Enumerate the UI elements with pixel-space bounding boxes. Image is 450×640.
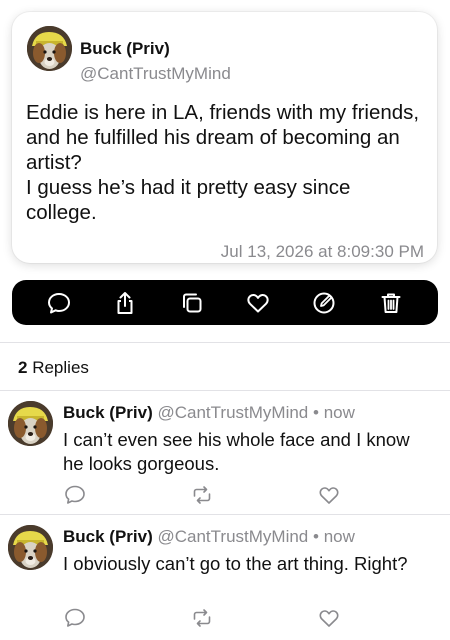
avatar[interactable] (27, 26, 72, 71)
copy-button[interactable] (174, 285, 210, 321)
reply-button[interactable] (41, 285, 77, 321)
reply-comment-button[interactable] (63, 606, 87, 630)
reply-separator: • (313, 527, 319, 546)
comment-icon (65, 485, 85, 504)
replies-count-header: 2 Replies (18, 358, 89, 378)
reply-author-name: Buck (Priv) (63, 403, 153, 422)
comment-icon (65, 608, 85, 627)
avatar[interactable] (8, 401, 53, 446)
dog-avatar-icon (8, 525, 53, 570)
copy-icon (182, 293, 202, 312)
post-text: Eddie is here in LA, friends with my fri… (26, 101, 420, 224)
reply-actions (63, 606, 353, 630)
delete-button[interactable] (373, 285, 409, 321)
reply-age: now (323, 403, 355, 422)
replies-label: Replies (32, 358, 89, 377)
reply-item[interactable]: Buck (Priv) @CantTrustMyMind • now I can… (0, 391, 450, 514)
author-name: Buck (Priv) (80, 39, 170, 58)
reply-icon (48, 292, 71, 313)
post-card: Buck (Priv) @CantTrustMyMind Eddie is he… (12, 12, 437, 263)
reply-header: Buck (Priv) @CantTrustMyMind • now (63, 527, 355, 547)
edit-icon (313, 292, 335, 313)
dog-avatar-icon (27, 26, 72, 71)
replies-count: 2 (18, 358, 28, 377)
author-handle: @CantTrustMyMind (80, 64, 231, 83)
trash-icon (381, 293, 401, 313)
reply-author-handle: @CantTrustMyMind (157, 403, 309, 422)
reply-separator: • (313, 403, 319, 422)
like-button[interactable] (240, 285, 276, 321)
post-timestamp: Jul 13, 2026 at 8:09:30 PM (220, 242, 424, 261)
reply-item[interactable]: Buck (Priv) @CantTrustMyMind • now I obv… (0, 515, 450, 640)
reply-repost-button[interactable] (190, 483, 214, 507)
heart-icon (319, 487, 339, 504)
reply-age: now (323, 527, 355, 546)
share-icon (117, 291, 133, 314)
dog-avatar-icon (8, 401, 53, 446)
edit-button[interactable] (306, 285, 342, 321)
share-button[interactable] (107, 285, 143, 321)
reply-header: Buck (Priv) @CantTrustMyMind • now (63, 403, 355, 423)
post-action-bar (12, 280, 438, 325)
reply-author-name: Buck (Priv) (63, 527, 153, 546)
reply-like-button[interactable] (317, 606, 341, 630)
heart-icon (319, 610, 339, 627)
reply-repost-button[interactable] (190, 606, 214, 630)
reply-text: I can’t even see his whole face and I kn… (63, 429, 410, 474)
reply-author-handle: @CantTrustMyMind (157, 527, 309, 546)
divider (0, 342, 450, 343)
reply-comment-button[interactable] (63, 483, 87, 507)
like-icon (247, 293, 269, 312)
reply-like-button[interactable] (317, 483, 341, 507)
reply-text: I obviously can’t go to the art thing. R… (63, 553, 408, 574)
repost-icon (193, 609, 211, 627)
reply-actions (63, 483, 353, 507)
repost-icon (193, 486, 211, 504)
avatar[interactable] (8, 525, 53, 570)
